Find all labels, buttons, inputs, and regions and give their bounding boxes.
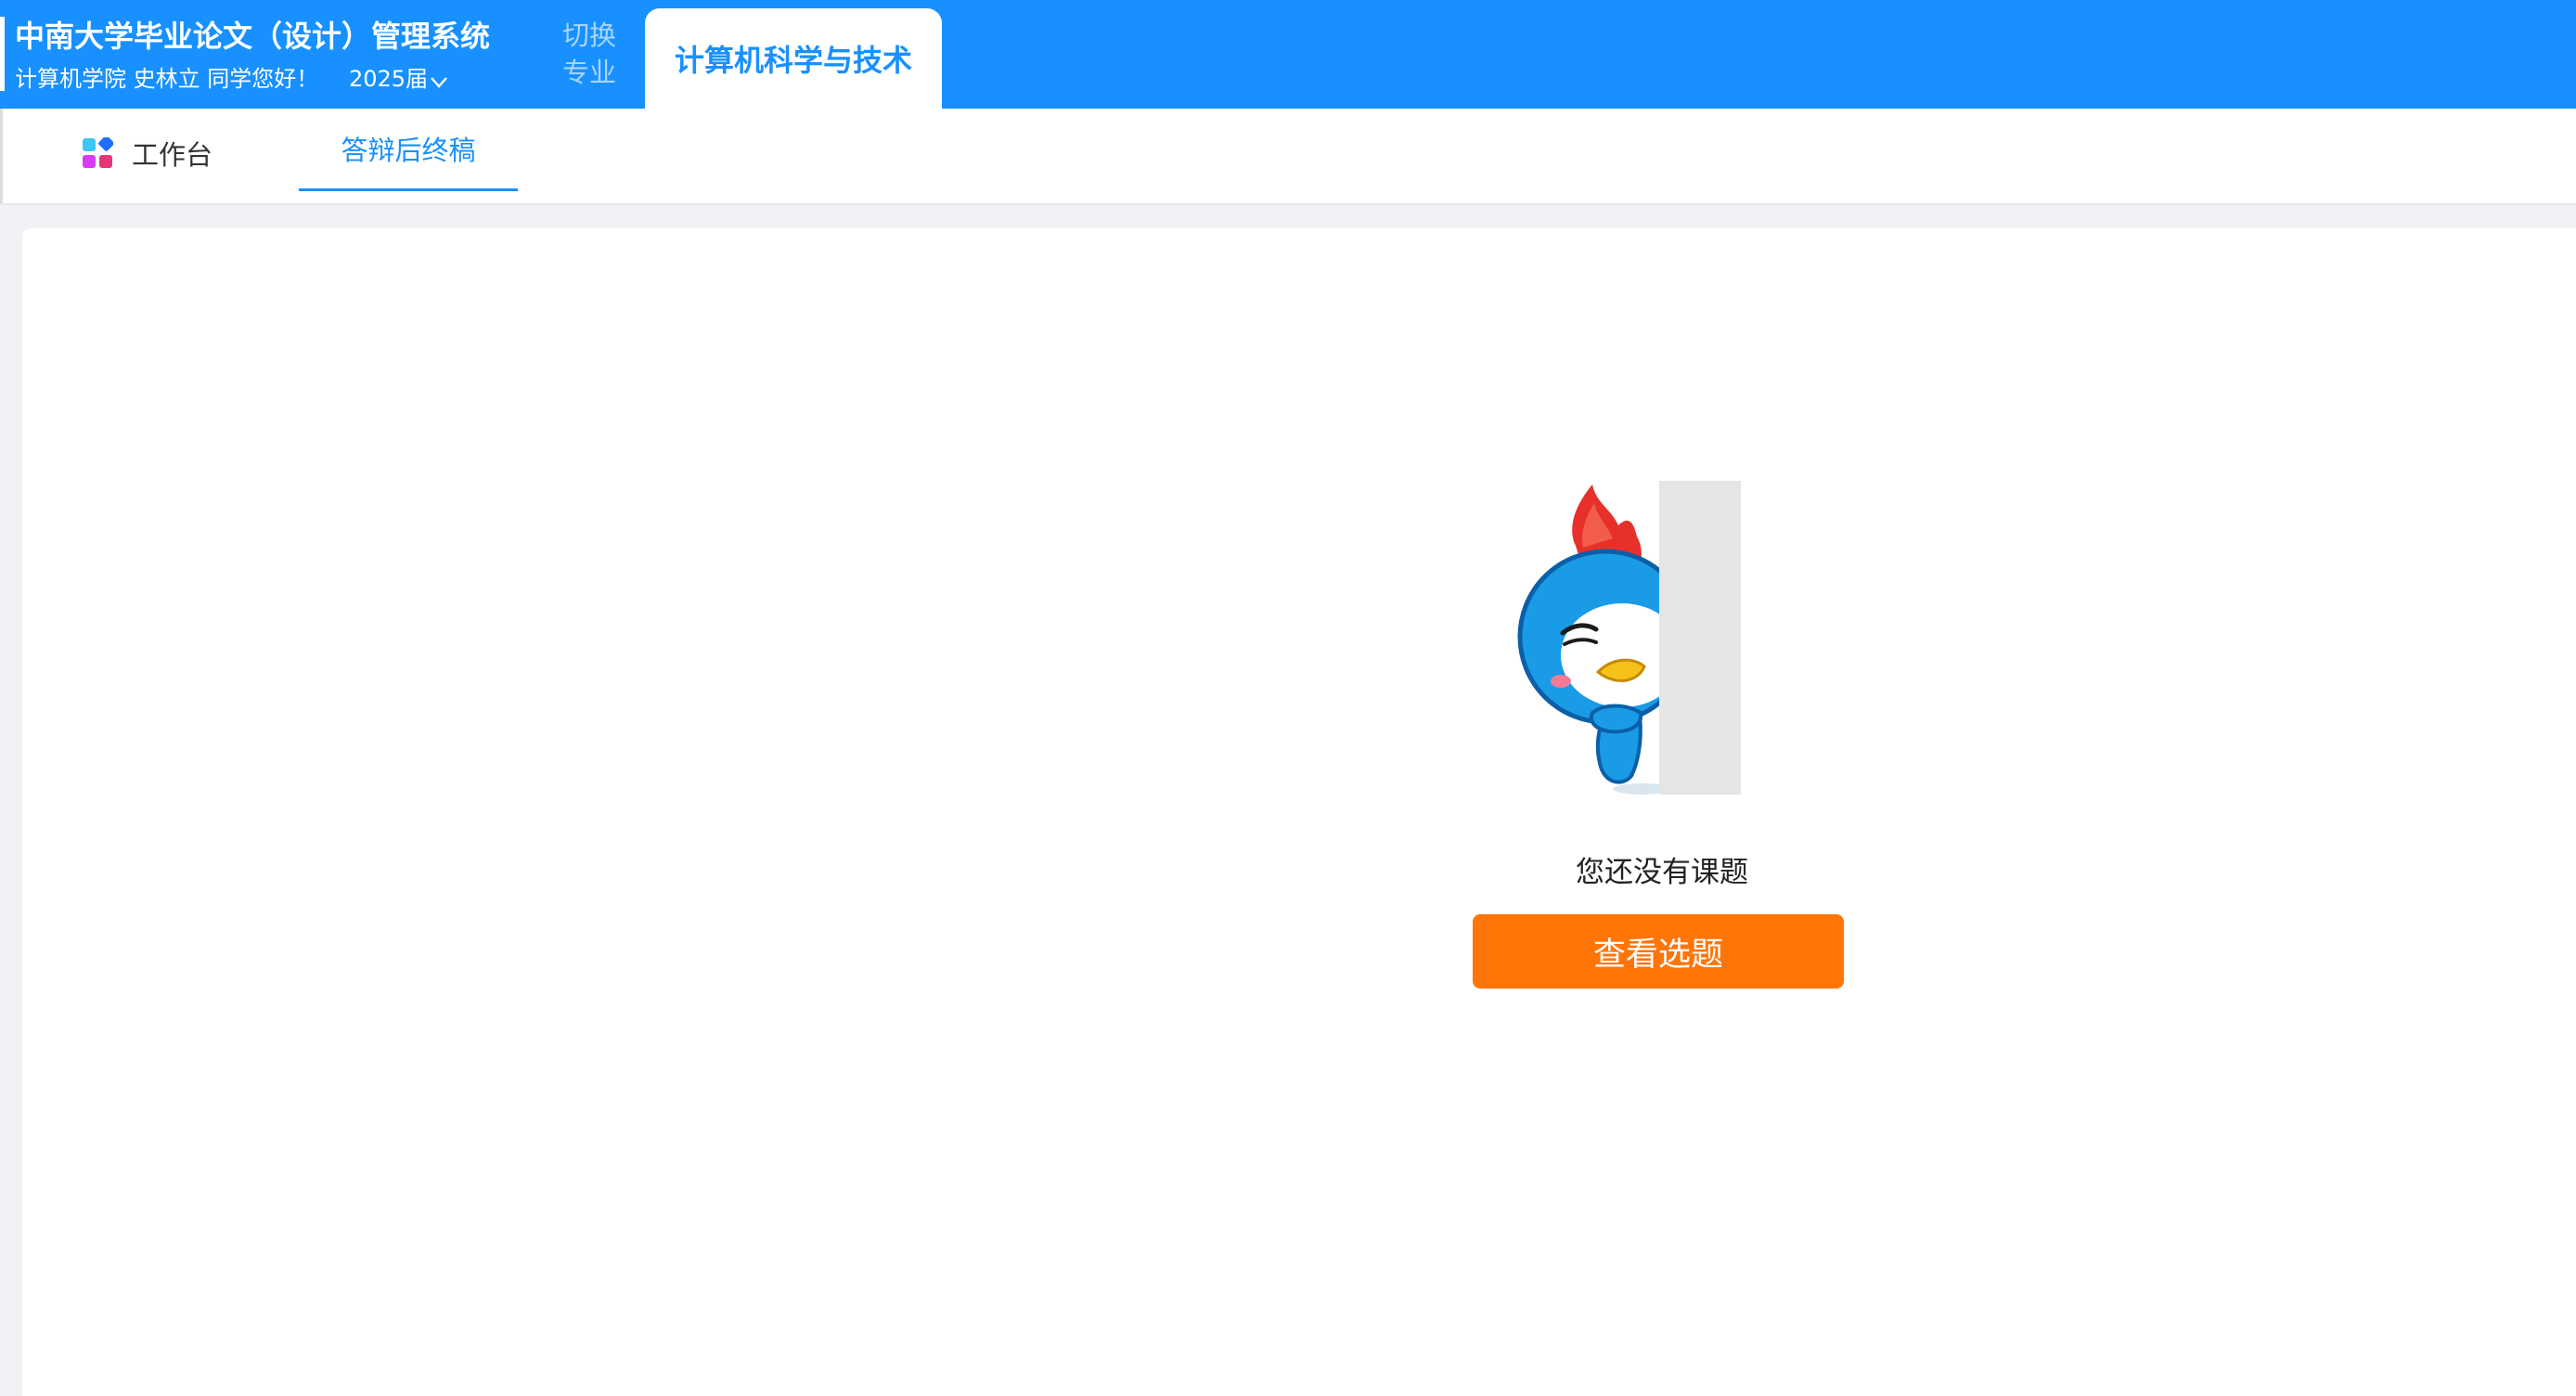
switch-major-button[interactable]: 切换 专业 — [560, 17, 618, 91]
switch-major-line1: 切换 — [561, 19, 616, 51]
year-selector[interactable]: 2025届 — [349, 63, 448, 95]
system-title: 中南大学毕业论文（设计）管理系统 — [15, 19, 491, 54]
apps-grid-icon — [83, 137, 113, 168]
tabbar-edge — [0, 109, 3, 203]
content-panel — [22, 228, 2576, 1396]
top-header: 中南大学毕业论文（设计）管理系统 计算机学院 史林立 同学您好！ 2025届 切… — [0, 0, 2576, 109]
tab-workbench[interactable]: 工作台 — [82, 131, 213, 175]
year-label: 2025届 — [349, 66, 429, 92]
chevron-down-icon — [431, 77, 447, 88]
tab-workbench-label: 工作台 — [132, 139, 213, 171]
empty-state-message: 您还没有课题 — [1576, 856, 1748, 889]
current-major-tab[interactable]: 计算机科学与技术 — [645, 8, 942, 109]
tab-final-draft[interactable]: 答辩后终稿 — [299, 109, 518, 191]
mascot-bird-illustration — [1517, 481, 1741, 795]
switch-major-line2: 专业 — [561, 57, 616, 88]
app-root: 中南大学毕业论文（设计）管理系统 计算机学院 史林立 同学您好！ 2025届 切… — [0, 0, 2576, 1396]
user-greeting: 计算机学院 史林立 同学您好！ — [15, 66, 319, 92]
view-topics-button[interactable]: 查看选题 — [1473, 914, 1844, 989]
header-edge-accent — [0, 17, 5, 91]
page-tab-bar: 工作台 答辩后终稿 — [0, 109, 2576, 205]
